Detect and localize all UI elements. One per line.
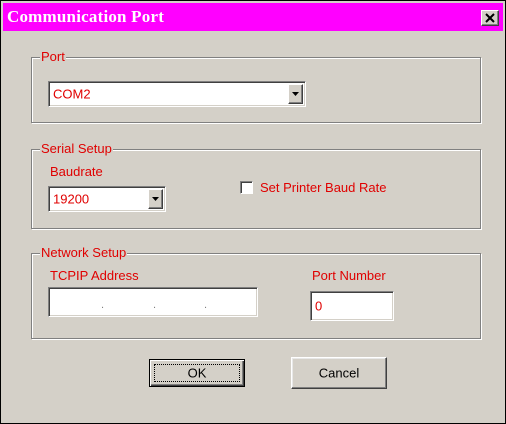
port-select[interactable]: COM2 xyxy=(48,81,306,107)
title-bar: Communication Port xyxy=(3,3,503,31)
cancel-button-label: Cancel xyxy=(318,365,360,381)
port-legend: Port xyxy=(40,49,66,65)
baudrate-select-value: 19200 xyxy=(53,191,90,207)
port-select-value: COM2 xyxy=(53,86,91,102)
network-setup-groupbox: Network Setup TCPIP Address . . . Port N… xyxy=(31,245,481,339)
window-title: Communication Port xyxy=(7,7,165,26)
ip-separator: . xyxy=(101,299,105,311)
ok-button-label: OK xyxy=(187,365,207,381)
chevron-down-icon xyxy=(152,197,159,201)
close-button[interactable] xyxy=(481,10,499,26)
baudrate-dropdown-button[interactable] xyxy=(148,189,163,209)
port-dropdown-button[interactable] xyxy=(288,84,303,104)
port-number-value: 0 xyxy=(315,298,323,314)
ok-button[interactable]: OK xyxy=(149,359,245,387)
baudrate-select[interactable]: 19200 xyxy=(48,186,166,212)
set-printer-baud-rate-label[interactable]: Set Printer Baud Rate xyxy=(260,180,386,196)
network-setup-legend: Network Setup xyxy=(40,245,128,261)
port-number-label: Port Number xyxy=(312,268,386,283)
set-printer-baud-rate-checkbox[interactable] xyxy=(240,181,253,194)
tcpip-address-label: TCPIP Address xyxy=(50,268,139,283)
ip-separator: . xyxy=(153,299,157,311)
cancel-button[interactable]: Cancel xyxy=(291,357,387,389)
serial-setup-groupbox: Serial Setup Baudrate 19200 Set Printer … xyxy=(31,141,481,229)
close-icon xyxy=(485,13,495,23)
serial-setup-legend: Serial Setup xyxy=(40,141,113,157)
ip-separator: . xyxy=(204,299,208,311)
port-number-input[interactable]: 0 xyxy=(310,291,394,321)
baudrate-label: Baudrate xyxy=(50,164,103,179)
port-groupbox: Port COM2 xyxy=(31,49,481,123)
communication-port-dialog: Communication Port Port COM2 Serial Setu… xyxy=(0,0,506,424)
chevron-down-icon xyxy=(292,92,299,96)
tcpip-address-input[interactable]: . . . xyxy=(48,287,258,317)
